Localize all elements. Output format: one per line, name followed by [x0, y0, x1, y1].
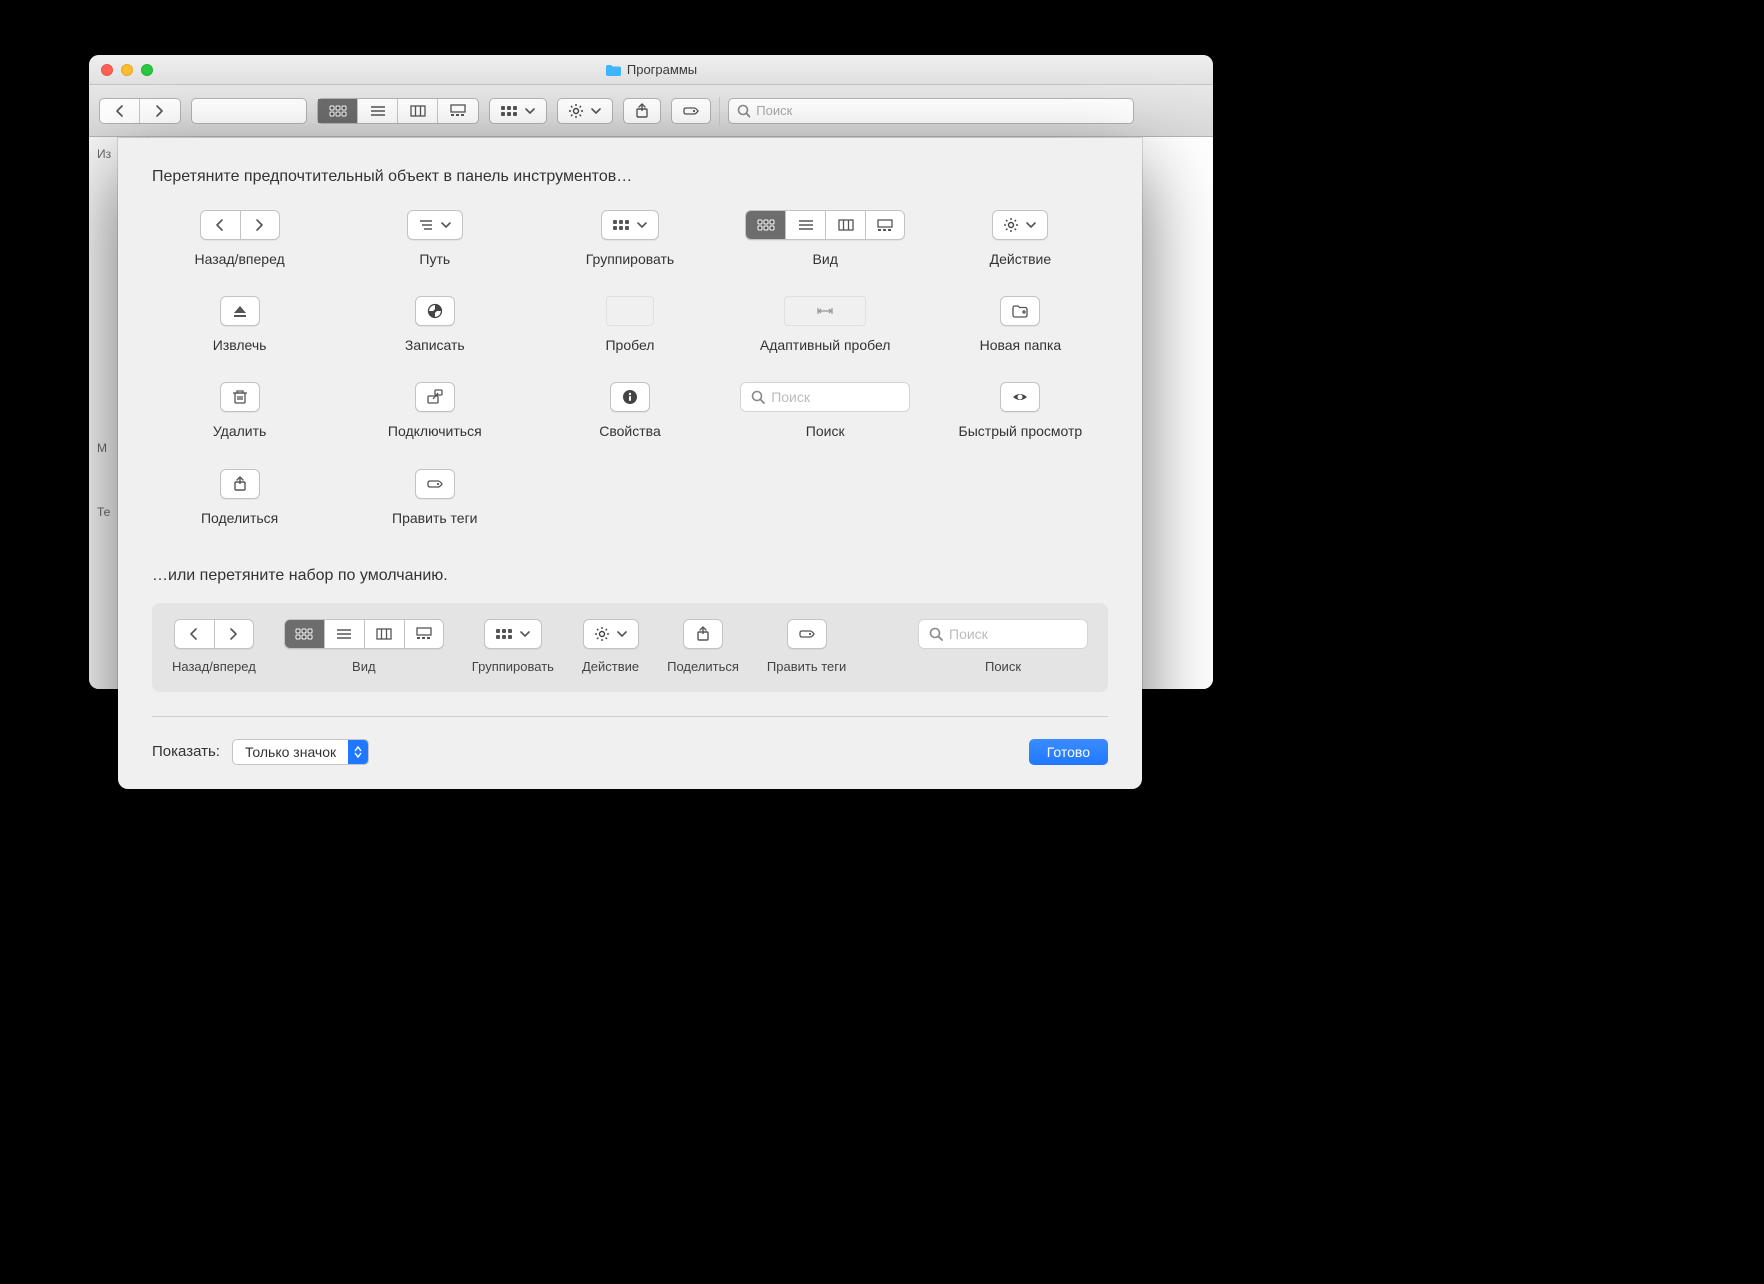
flexible-space-icon: [817, 304, 833, 318]
default-tags: Править теги: [767, 619, 846, 676]
space-icon: [606, 296, 654, 326]
grid-icon: [500, 105, 518, 117]
toolbar-palette: Назад/вперед Путь Группировать Вид: [152, 210, 1108, 527]
chevron-down-icon: [440, 219, 452, 231]
back-button[interactable]: [100, 99, 140, 123]
palette-search[interactable]: Поиск Поиск: [738, 382, 913, 440]
search-field-preview: Поиск: [740, 382, 910, 412]
search-input[interactable]: [756, 103, 1125, 118]
burn-icon: [427, 303, 443, 319]
palette-share[interactable]: Поделиться: [152, 469, 327, 527]
palette-burn[interactable]: Записать: [347, 296, 522, 354]
eject-icon: [232, 304, 248, 319]
default-toolbar-set[interactable]: Назад/вперед Вид Группировать Действие П…: [152, 603, 1108, 692]
back-icon: [174, 619, 214, 649]
gear-icon: [568, 103, 584, 119]
path-button[interactable]: [191, 98, 307, 124]
default-set-heading: …или перетяните набор по умолчанию.: [152, 567, 1108, 585]
toolbar-separator: [719, 97, 720, 125]
sheet-footer: Показать: Только значок Готово: [152, 716, 1108, 765]
action-menu[interactable]: [557, 98, 613, 124]
column-view-button[interactable]: [398, 99, 438, 123]
chevron-down-icon: [590, 105, 602, 117]
path-icon: [418, 218, 434, 232]
zoom-button[interactable]: [141, 64, 153, 76]
default-action: Действие: [582, 619, 639, 676]
search-field[interactable]: [728, 98, 1134, 124]
default-search: Поиск Поиск: [918, 619, 1088, 676]
default-group: Группировать: [472, 619, 554, 676]
connect-icon: [427, 389, 443, 405]
toolbar: [89, 85, 1213, 137]
sheet-heading: Перетяните предпочтительный объект в пан…: [152, 168, 1108, 186]
column-view-icon: [825, 210, 865, 240]
trash-icon: [232, 389, 248, 405]
window-title: Программы: [89, 55, 1213, 84]
show-label: Показать:: [152, 743, 220, 760]
group-menu[interactable]: [489, 98, 547, 124]
palette-back-forward[interactable]: Назад/вперед: [152, 210, 327, 268]
grid-icon: [612, 219, 630, 231]
search-icon: [751, 390, 765, 404]
info-icon: [622, 389, 638, 405]
chevron-down-icon: [1025, 219, 1037, 231]
share-button[interactable]: [623, 98, 661, 124]
palette-tags[interactable]: Править теги: [347, 469, 522, 527]
palette-flexible-space[interactable]: Адаптивный пробел: [738, 296, 913, 354]
icon-view-icon: [745, 210, 785, 240]
list-view-button[interactable]: [358, 99, 398, 123]
tags-button[interactable]: [671, 98, 711, 124]
eye-icon: [1012, 389, 1028, 405]
new-folder-icon: [1012, 304, 1028, 319]
share-icon: [232, 476, 248, 492]
forward-icon: [240, 210, 280, 240]
palette-new-folder[interactable]: Новая папка: [933, 296, 1108, 354]
forward-icon: [214, 619, 254, 649]
view-switcher: [317, 98, 479, 124]
gallery-view-icon: [865, 210, 905, 240]
show-mode-select[interactable]: Только значок: [232, 739, 369, 765]
window-controls: [89, 64, 153, 76]
select-arrows-icon: [348, 740, 368, 764]
back-icon: [200, 210, 240, 240]
titlebar[interactable]: Программы: [89, 55, 1213, 85]
close-button[interactable]: [101, 64, 113, 76]
palette-quick-look[interactable]: Быстрый просмотр: [933, 382, 1108, 440]
chevron-down-icon: [636, 219, 648, 231]
done-button[interactable]: Готово: [1029, 739, 1108, 765]
share-icon: [634, 103, 650, 119]
chevron-down-icon: [524, 105, 536, 117]
default-share: Поделиться: [667, 619, 739, 676]
default-back-forward: Назад/вперед: [172, 619, 256, 676]
forward-button[interactable]: [140, 99, 180, 123]
palette-group[interactable]: Группировать: [542, 210, 717, 268]
palette-eject[interactable]: Извлечь: [152, 296, 327, 354]
palette-delete[interactable]: Удалить: [152, 382, 327, 440]
palette-connect[interactable]: Подключиться: [347, 382, 522, 440]
tag-icon: [426, 477, 444, 491]
palette-get-info[interactable]: Свойства: [542, 382, 717, 440]
icon-view-button[interactable]: [318, 99, 358, 123]
palette-path[interactable]: Путь: [347, 210, 522, 268]
gear-icon: [1003, 217, 1019, 233]
palette-action[interactable]: Действие: [933, 210, 1108, 268]
customize-toolbar-sheet: Перетяните предпочтительный объект в пан…: [118, 138, 1142, 789]
window-title-text: Программы: [627, 62, 697, 77]
palette-space[interactable]: Пробел: [542, 296, 717, 354]
list-view-icon: [785, 210, 825, 240]
minimize-button[interactable]: [121, 64, 133, 76]
gallery-view-button[interactable]: [438, 99, 478, 123]
search-icon: [737, 104, 750, 118]
default-view: Вид: [284, 619, 444, 676]
folder-icon: [605, 63, 621, 77]
tag-icon: [682, 104, 700, 118]
palette-view[interactable]: Вид: [738, 210, 913, 268]
nav-back-forward: [99, 98, 181, 124]
